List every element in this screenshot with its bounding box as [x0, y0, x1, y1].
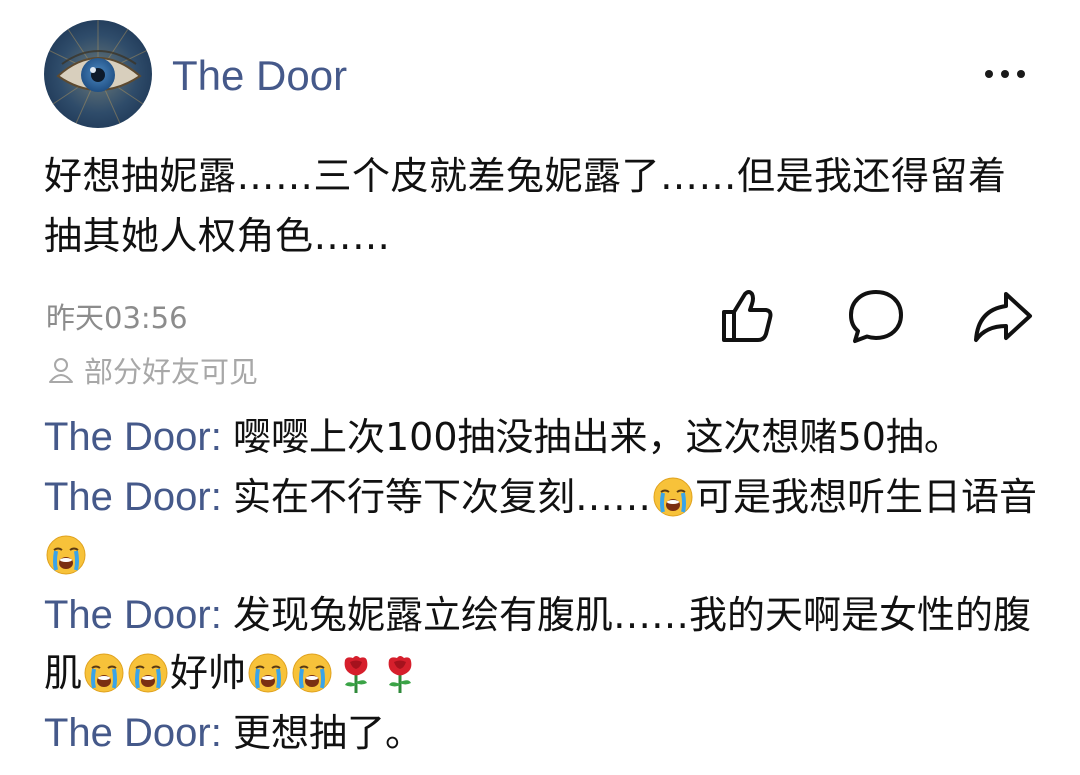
visibility-label: 部分好友可见: [84, 355, 259, 389]
avatar[interactable]: [44, 20, 152, 128]
comment-author[interactable]: The Door: [44, 593, 211, 637]
crying-emoji-icon: [291, 652, 333, 694]
comment-text: 实在不行等下次复刻……: [232, 475, 651, 519]
rose-emoji-icon: [379, 652, 421, 694]
more-options-button[interactable]: [970, 52, 1040, 96]
visibility-indicator: 部分好友可见: [46, 350, 258, 390]
comment-text: 好帅: [170, 651, 247, 695]
comment-author[interactable]: The Door: [44, 475, 211, 519]
post-text: 好想抽妮露……三个皮就差兔妮露了……但是我还得留着抽其她人权角色……: [44, 154, 1007, 258]
comment-item: The Door: 实在不行等下次复刻…… 可是我想听生日语音: [44, 468, 1044, 584]
crying-emoji-icon: [45, 534, 87, 576]
comment-item: The Door: 嘤嘤上次100抽没抽出来，这次想赌50抽。: [44, 408, 1044, 466]
comment-separator: :: [210, 475, 233, 519]
post-author-name[interactable]: The Door: [172, 50, 347, 102]
thumbs-up-icon: [722, 290, 773, 342]
comment-button[interactable]: [842, 282, 910, 350]
comment-icon: [849, 290, 903, 343]
share-button[interactable]: [968, 282, 1036, 350]
comment-list: The Door: 嘤嘤上次100抽没抽出来，这次想赌50抽。 The Door…: [44, 408, 1044, 764]
comment-author[interactable]: The Door: [44, 415, 211, 459]
comment-text: 可是我想听生日语音: [695, 475, 1038, 519]
comment-text: 嘤嘤上次100抽没抽出来，这次想赌50抽。: [232, 415, 962, 459]
crying-emoji-icon: [247, 652, 289, 694]
comment-separator: :: [210, 711, 233, 755]
eye-avatar-icon: [44, 20, 152, 128]
comment-separator: :: [210, 593, 233, 637]
more-icon: [985, 70, 1025, 78]
crying-emoji-icon: [83, 652, 125, 694]
comment-author[interactable]: The Door: [44, 711, 211, 755]
rose-emoji-icon: [335, 652, 377, 694]
like-button[interactable]: [712, 282, 780, 350]
crying-emoji-icon: [652, 476, 694, 518]
person-icon: [49, 358, 73, 383]
comment-item: The Door: 更想抽了。: [44, 704, 1044, 762]
share-icon: [974, 292, 1032, 342]
comment-separator: :: [210, 415, 233, 459]
comment-item: The Door: 发现兔妮露立绘有腹肌……我的天啊是女性的腹肌 好帅: [44, 586, 1044, 702]
comment-text: 更想抽了。: [232, 711, 423, 755]
crying-emoji-icon: [127, 652, 169, 694]
post-timestamp: 昨天03:56: [46, 301, 188, 335]
